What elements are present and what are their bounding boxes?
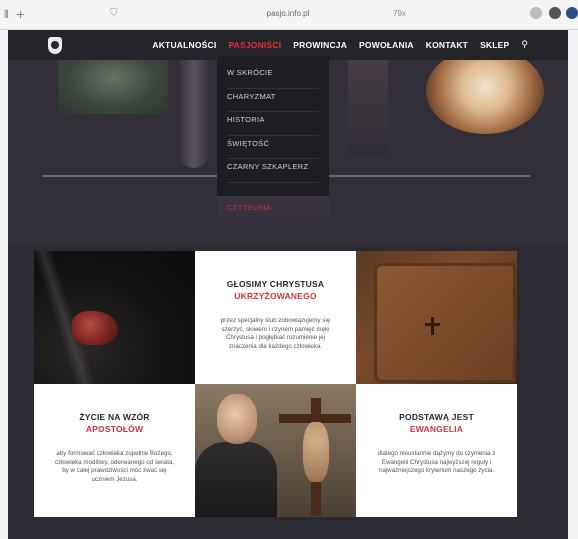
main-menu: AKTUALNOŚCI PASJONIŚCI PROWINCJA POWOŁAN… [140, 30, 528, 60]
dropdown-item-czytelnia[interactable]: CZYTELNIA [227, 203, 271, 212]
card-highlight: EWANGELIA [409, 424, 464, 434]
nav-item-sklep[interactable]: SKLEP [480, 40, 509, 50]
dropdown-item-charyzmat[interactable]: CHARYZMAT [227, 92, 276, 101]
nav-item-pasjonisci[interactable]: PASJONIŚCI [228, 40, 281, 50]
dropdown-item-historia[interactable]: HISTORIA [227, 115, 265, 124]
card-text: dlatego nieustannie dążymy do czynienia … [377, 450, 496, 475]
dropdown-item-w-skrocie[interactable]: W SKRÓCIE [227, 68, 273, 77]
rosary-hands [72, 311, 118, 345]
card-title: PODSTAWĄ JEST [399, 412, 474, 422]
hero-image-coffee [426, 48, 544, 134]
dropdown-divider [227, 158, 319, 159]
dropdown-item-swietosc[interactable]: ŚWIĘTOŚĆ [227, 139, 269, 148]
cross-icon-bar [425, 323, 440, 326]
nav-item-aktualnosci[interactable]: AKTUALNOŚCI [152, 40, 216, 50]
nav-item-powolania[interactable]: POWOŁANIA [359, 40, 414, 50]
dropdown-divider [227, 88, 319, 89]
site-logo[interactable] [48, 37, 62, 54]
cross-icon [431, 317, 434, 335]
card-text: aby formować człowieka zupełnie Bożego, … [54, 450, 175, 483]
dropdown-item-czarny-szkaplerz[interactable]: CZARNY SZKAPLERZ [227, 162, 308, 171]
card-podstawa: PODSTAWĄ JEST EWANGELIA dlatego nieustan… [356, 384, 517, 517]
address-bar[interactable]: pasjo.info.pl [238, 9, 338, 18]
card-highlight: UKRZYŻOWANEGO [234, 291, 317, 301]
search-icon[interactable]: ⚲ [521, 40, 528, 50]
card-text: przez specjalny ślub zobowiązujemy się s… [220, 317, 331, 350]
hero-image-column [348, 46, 388, 156]
hero-image-bottle [180, 48, 208, 168]
image-saint-with-crucifix [195, 384, 356, 517]
dropdown-divider [227, 135, 319, 136]
book-cover [374, 263, 516, 383]
shield-icon[interactable]: ⛉ [110, 8, 118, 19]
zoom-indicator[interactable]: 79x [393, 9, 406, 18]
christ-figure [303, 422, 329, 482]
extension-icon-3[interactable] [566, 7, 578, 19]
saint-robe [195, 442, 277, 517]
plus-icon[interactable]: + [16, 8, 25, 21]
nav-item-kontakt[interactable]: KONTAKT [426, 40, 468, 50]
web-page: AKTUALNOŚCI PASJONIŚCI PROWINCJA POWOŁAN… [8, 30, 568, 539]
card-glosimy: GŁOSIMY CHRYSTUSA UKRZYŻOWANEGO przez sp… [195, 251, 356, 384]
feature-grid: GŁOSIMY CHRYSTUSA UKRZYŻOWANEGO przez sp… [34, 251, 518, 517]
nav-item-prowincja[interactable]: PROWINCJA [293, 40, 347, 50]
card-title: ŻYCIE NA WZÓR [79, 412, 150, 422]
saint-head [217, 394, 257, 444]
extension-icon-2[interactable] [549, 7, 561, 19]
card-zycie: ŻYCIE NA WZÓR APOSTOŁÓW aby formować czł… [34, 384, 195, 517]
extension-icon-1[interactable] [530, 7, 542, 19]
card-title: GŁOSIMY CHRYSTUSA [226, 279, 325, 289]
pasjonisci-dropdown: W SKRÓCIE CHARYZMAT HISTORIA ŚWIĘTOŚĆ CZ… [217, 56, 329, 216]
browser-toolbar: ⫴ + ⛉ pasjo.info.pl 79x [0, 0, 578, 30]
image-bible [356, 251, 517, 384]
dropdown-divider [227, 111, 319, 112]
card-highlight: APOSTOŁÓW [85, 424, 144, 434]
dropdown-divider [227, 182, 319, 183]
sidebar-toggle-icon[interactable]: ⫴ [4, 8, 9, 22]
image-praying-hands [34, 251, 195, 384]
